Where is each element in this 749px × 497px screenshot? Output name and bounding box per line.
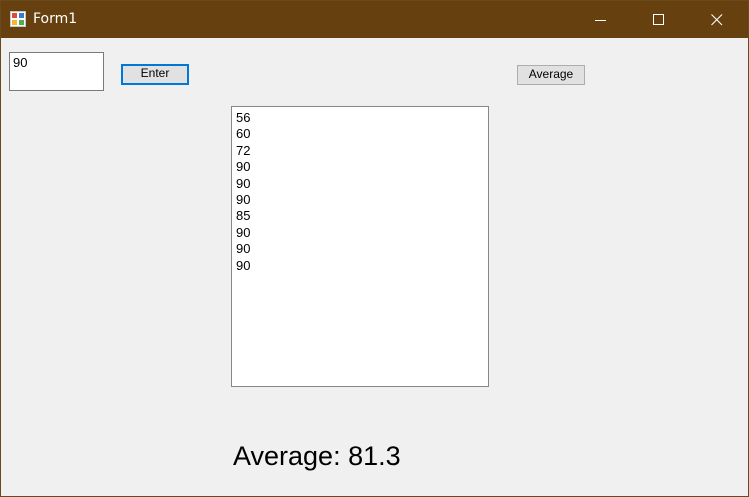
list-item[interactable]: 90 — [236, 241, 484, 257]
list-item[interactable]: 90 — [236, 225, 484, 241]
form-app-icon — [10, 11, 26, 27]
minimize-button[interactable] — [578, 1, 624, 38]
list-item[interactable]: 90 — [236, 258, 484, 274]
numbers-listbox[interactable]: 56 60 72 90 90 90 85 90 90 90 — [231, 106, 489, 387]
average-button[interactable]: Average — [517, 65, 585, 85]
list-item[interactable]: 90 — [236, 192, 484, 208]
window-title: Form1 — [33, 11, 78, 27]
number-input[interactable]: 90 — [9, 52, 104, 91]
enter-button[interactable]: Enter — [121, 64, 189, 85]
list-item[interactable]: 56 — [236, 110, 484, 126]
list-item[interactable]: 85 — [236, 208, 484, 224]
form1-window: Form1 90 Enter Average 56 60 72 90 90 90… — [0, 0, 749, 497]
close-button[interactable] — [694, 1, 740, 38]
average-result-label: Average: 81.3 — [233, 441, 401, 471]
maximize-icon — [653, 14, 664, 25]
list-item[interactable]: 72 — [236, 143, 484, 159]
title-bar[interactable]: Form1 — [1, 1, 748, 38]
list-item[interactable]: 90 — [236, 159, 484, 175]
list-item[interactable]: 90 — [236, 176, 484, 192]
minimize-icon — [595, 20, 606, 21]
list-item[interactable]: 60 — [236, 126, 484, 142]
close-icon — [711, 14, 723, 26]
maximize-button[interactable] — [636, 1, 682, 38]
